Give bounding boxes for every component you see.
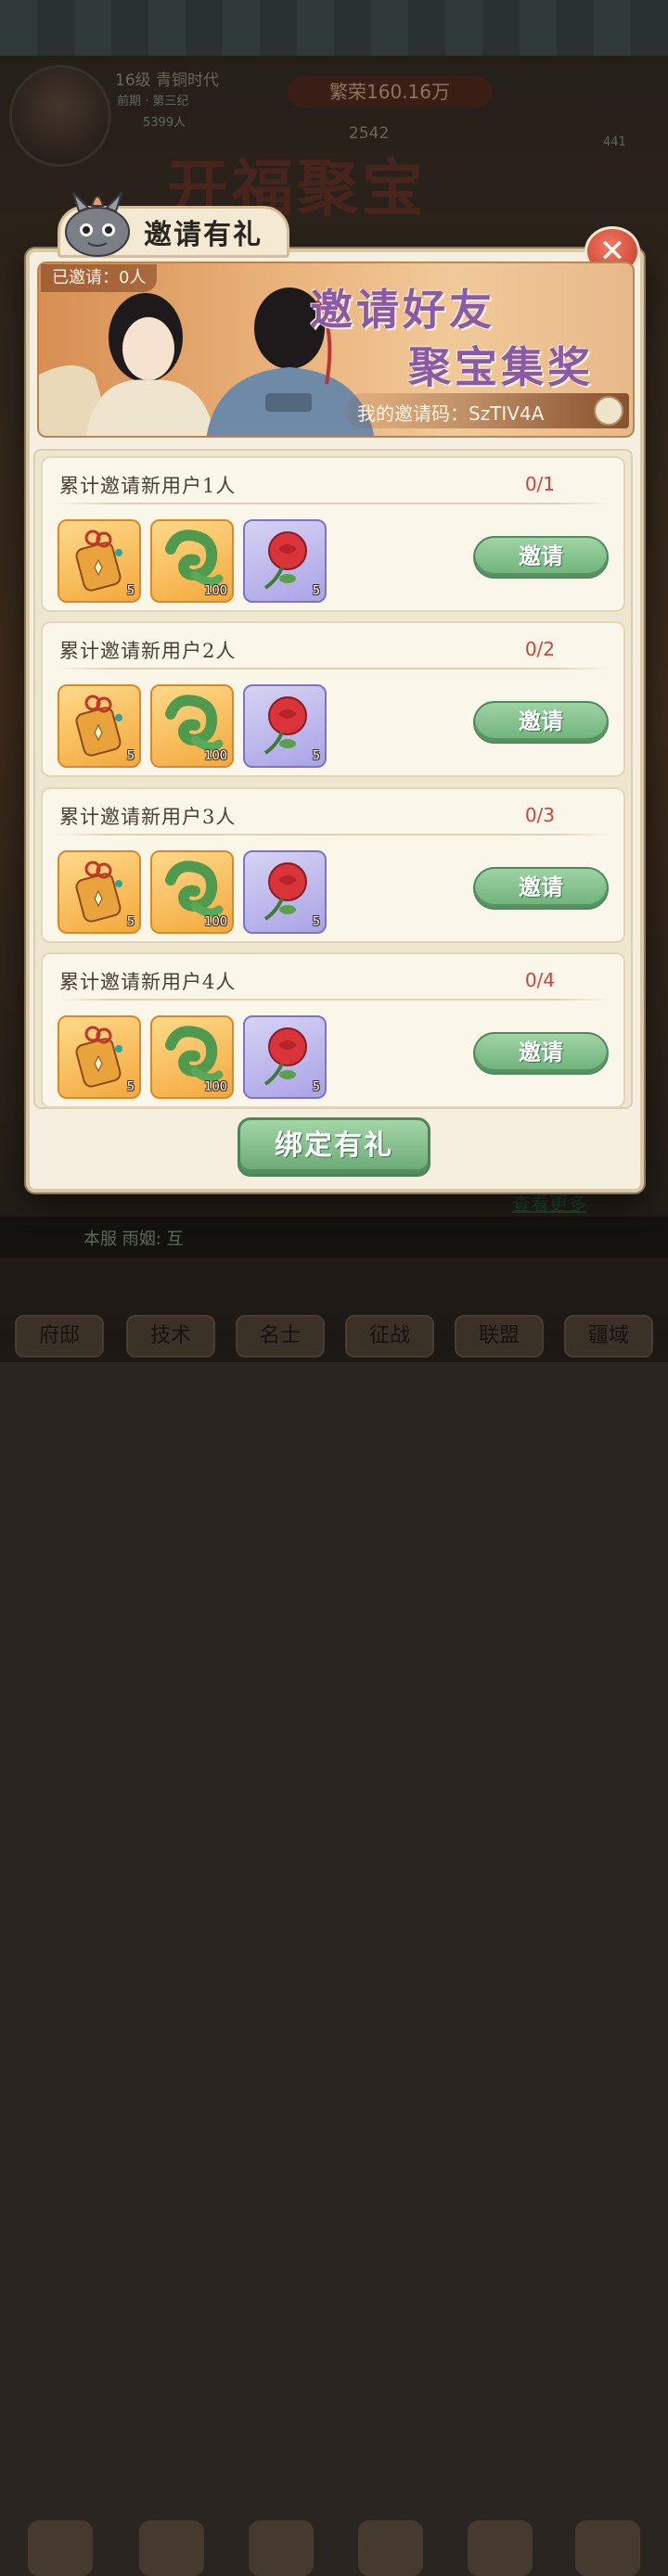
- task-progress: 0/4: [524, 969, 555, 991]
- bind-reward-button[interactable]: 绑定有礼: [238, 1117, 430, 1177]
- reward-pouch[interactable]: 5: [58, 519, 141, 603]
- reward-rose[interactable]: 5: [243, 519, 327, 603]
- card-divider: [56, 503, 610, 504]
- invite-button[interactable]: 邀请: [473, 701, 609, 744]
- nav-battle-icon: [358, 2520, 423, 2576]
- task-progress: 0/2: [524, 638, 555, 660]
- nav-alliance-icon: [468, 2520, 533, 2576]
- dragon-mascot-icon: [65, 192, 130, 257]
- task-progress: 0/1: [524, 473, 555, 495]
- task-title: 累计邀请新用户4人: [59, 971, 237, 993]
- task-title: 累计邀请新用户3人: [59, 806, 237, 828]
- task-card: 累计邀请新用户3人 0/3 5 100 5 邀请: [41, 787, 625, 943]
- banner-headline-1: 邀请好友: [310, 285, 495, 335]
- banner-headline-2: 聚宝集奖: [408, 342, 594, 392]
- reward-qty: 5: [312, 749, 320, 763]
- reward-qty: 5: [126, 915, 135, 929]
- card-divider: [56, 834, 610, 835]
- nav-tech-icon: [139, 2520, 204, 2576]
- reward-qty: 5: [126, 749, 135, 763]
- reward-rose[interactable]: 5: [243, 850, 327, 934]
- card-divider: [56, 999, 610, 1001]
- task-card: 累计邀请新用户4人 0/4 5 100 5 邀请: [41, 952, 625, 1108]
- reward-qty: 5: [312, 915, 320, 929]
- reward-qty: 100: [204, 1080, 227, 1094]
- invite-button[interactable]: 邀请: [473, 867, 609, 910]
- reward-pouch[interactable]: 5: [58, 850, 141, 934]
- reward-pouch[interactable]: 5: [58, 1015, 141, 1099]
- nav-territory-icon: [575, 2520, 640, 2576]
- invited-count: 已邀请：0人: [41, 264, 158, 292]
- nav-scholar-icon: [249, 2520, 314, 2576]
- invite-button[interactable]: 邀请: [473, 536, 609, 579]
- reward-qty: 5: [312, 584, 320, 598]
- reward-jade[interactable]: 100: [150, 1015, 234, 1099]
- card-divider: [56, 668, 610, 670]
- reward-jade[interactable]: 100: [150, 519, 234, 603]
- invite-button[interactable]: 邀请: [473, 1032, 609, 1075]
- reward-pouch[interactable]: 5: [58, 684, 141, 768]
- copy-code-icon[interactable]: [594, 396, 623, 426]
- reward-jade[interactable]: 100: [150, 684, 234, 768]
- modal-title: 邀请有礼: [144, 219, 263, 251]
- task-card: 累计邀请新用户2人 0/2 5 100 5 邀请: [41, 621, 625, 777]
- task-title: 累计邀请新用户2人: [59, 640, 237, 662]
- task-title: 累计邀请新用户1人: [59, 475, 237, 497]
- task-card: 累计邀请新用户1人 0/1 5 100 5 邀请: [41, 456, 625, 612]
- nav-mansion-icon: [28, 2520, 93, 2576]
- reward-qty: 100: [204, 915, 227, 929]
- reward-qty: 100: [204, 749, 227, 763]
- reward-rose[interactable]: 5: [243, 684, 327, 768]
- invite-code: 我的邀请码：SzTIV4A: [357, 402, 545, 425]
- reward-qty: 5: [126, 584, 135, 598]
- reward-qty: 5: [126, 1080, 135, 1094]
- reward-rose[interactable]: 5: [243, 1015, 327, 1099]
- task-progress: 0/3: [524, 804, 555, 826]
- reward-qty: 5: [312, 1080, 320, 1094]
- reward-jade[interactable]: 100: [150, 850, 234, 934]
- reward-qty: 100: [204, 584, 227, 598]
